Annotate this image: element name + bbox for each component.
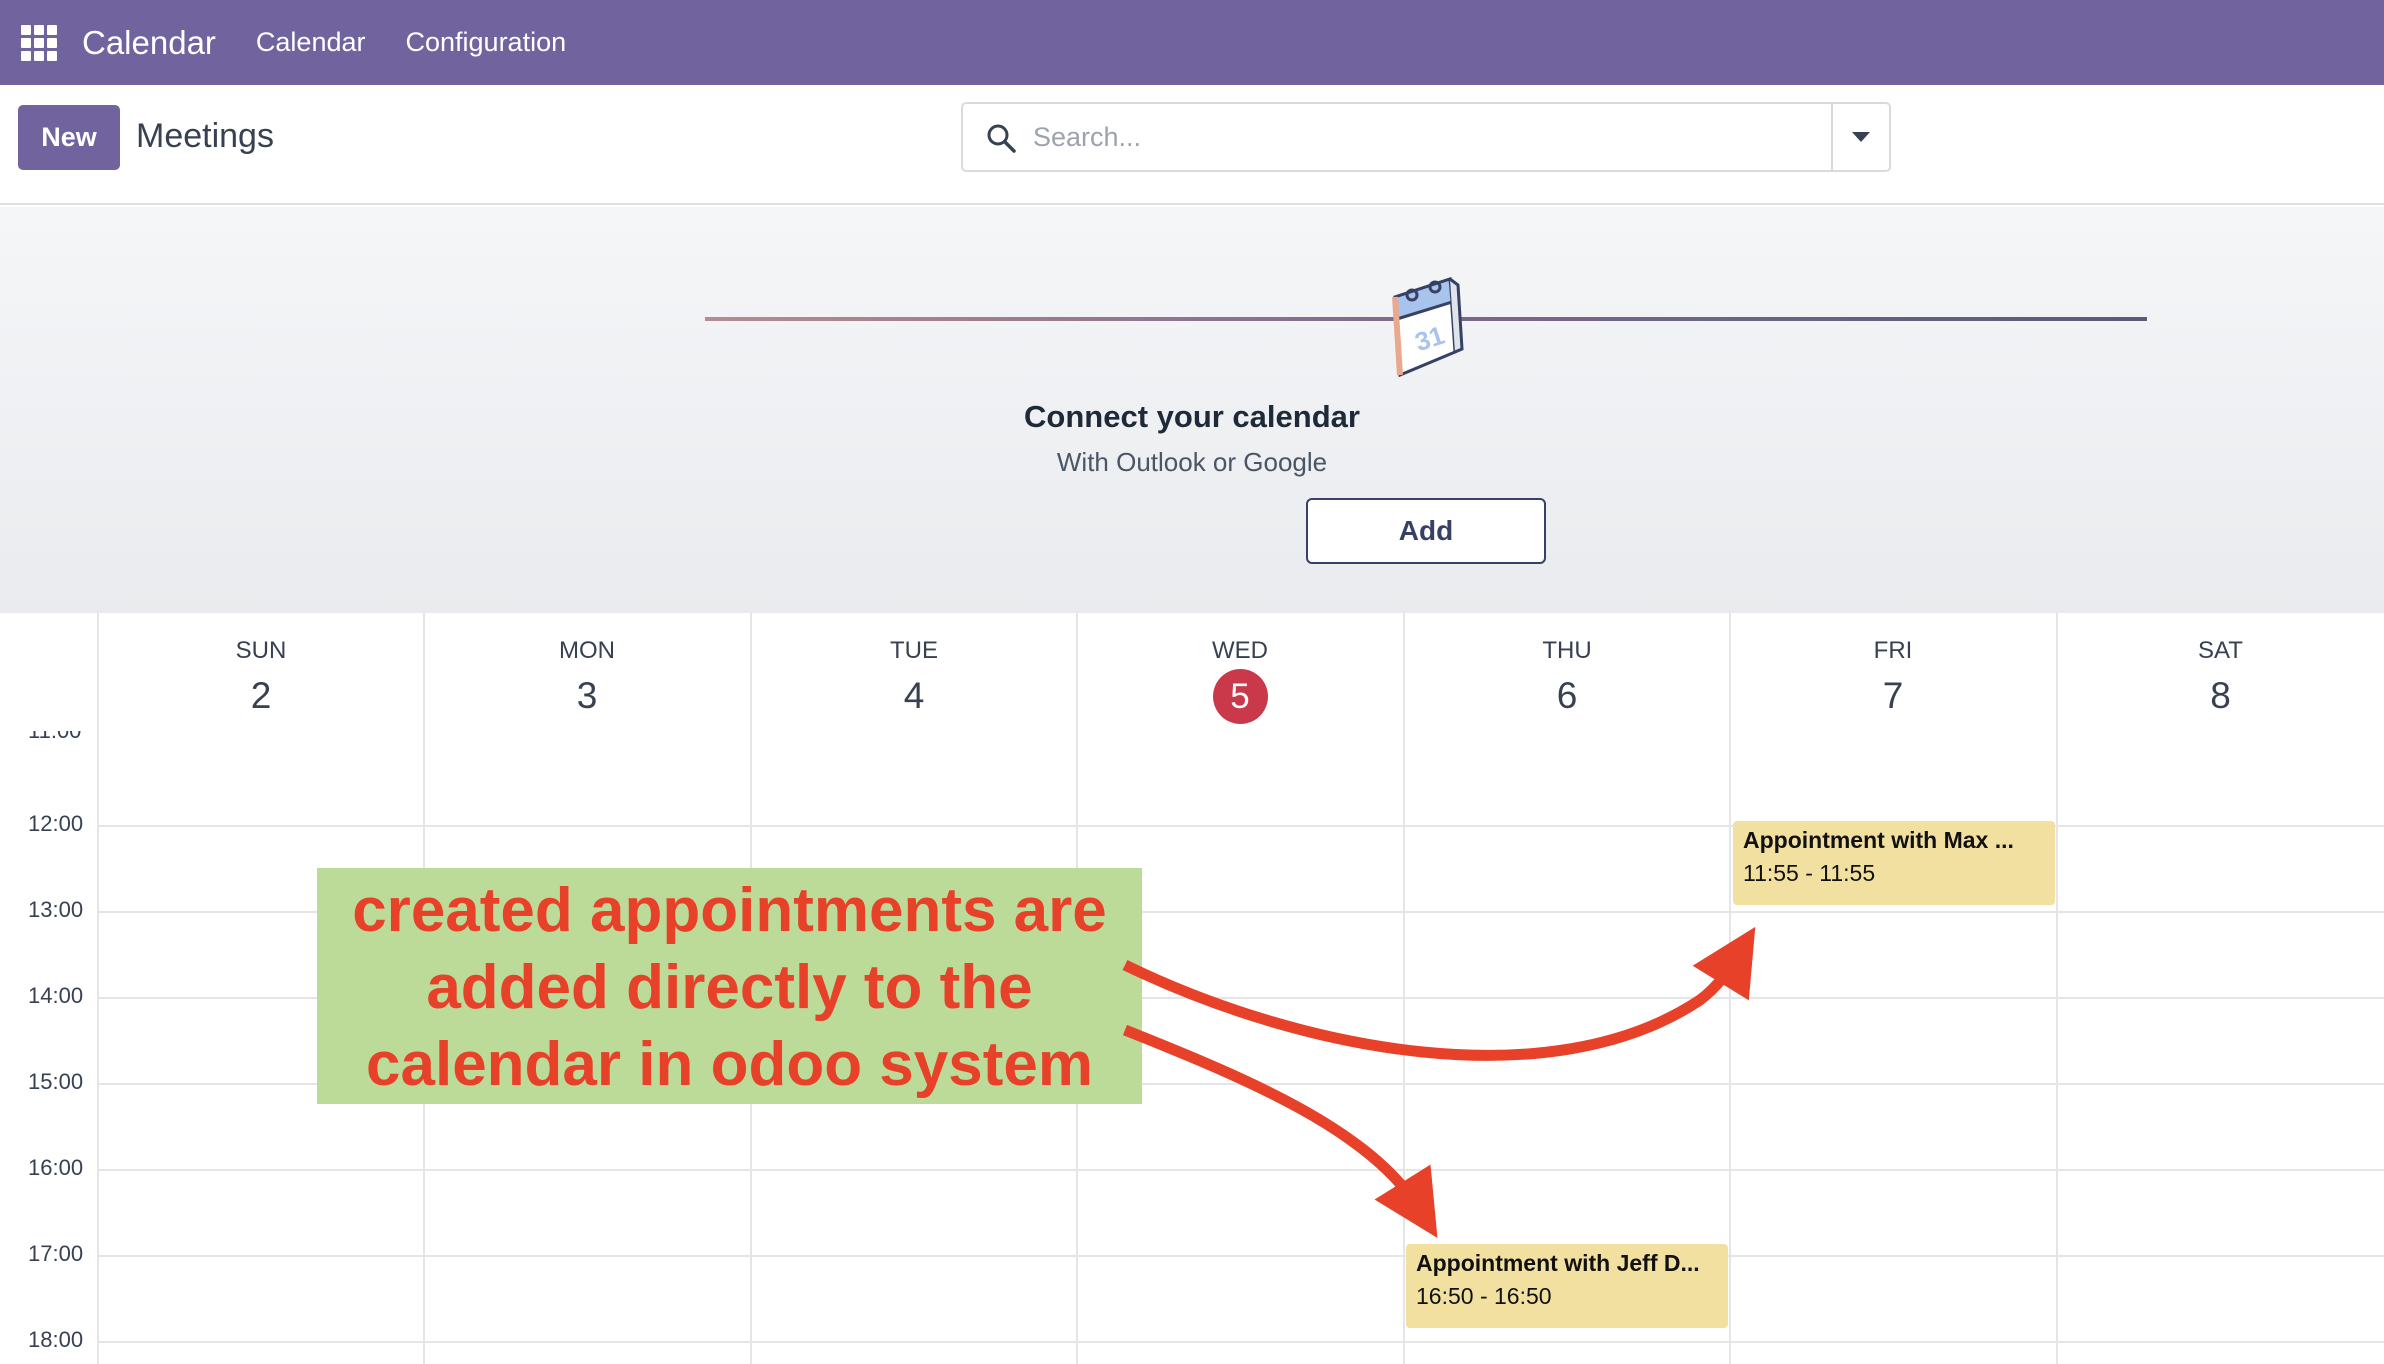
- day-number: 2: [250, 675, 272, 716]
- event-appointment-max[interactable]: Appointment with Max ... 11:55 - 11:55: [1733, 821, 2055, 905]
- top-navbar: Calendar Calendar Configuration: [0, 0, 2384, 85]
- time-label: 14:00: [28, 983, 84, 1008]
- event-time: 11:55 - 11:55: [1743, 860, 1876, 886]
- day-header-mon[interactable]: MON 3: [424, 613, 750, 738]
- breadcrumb-meetings: Meetings: [136, 117, 274, 155]
- day-name: FRI: [1873, 637, 1913, 664]
- event-appointment-jeff[interactable]: Appointment with Jeff D... 16:50 - 16:50: [1406, 1244, 1728, 1328]
- caret-down-icon: [1852, 132, 1870, 142]
- add-calendar-button[interactable]: Add: [1306, 498, 1546, 564]
- time-label: 18:00: [28, 1327, 84, 1352]
- search-input[interactable]: [1033, 112, 1793, 162]
- search-icon: [987, 124, 1016, 153]
- event-time: 16:50 - 16:50: [1416, 1283, 1552, 1309]
- hour-line: [98, 1169, 2384, 1171]
- day-number: 4: [903, 675, 925, 716]
- menu-item-calendar[interactable]: Calendar: [256, 27, 366, 58]
- hour-line: [98, 1341, 2384, 1343]
- time-label: 17:00: [28, 1241, 84, 1266]
- control-panel: New Meetings: [0, 85, 2384, 205]
- time-label-cut: 11:00: [28, 731, 81, 741]
- connect-calendar-banner: 31 Connect your calendar With Outlook or…: [0, 207, 2384, 613]
- day-number: 8: [2210, 675, 2231, 716]
- annotation-line: calendar in odoo system: [366, 1030, 1093, 1099]
- day-header-thu[interactable]: THU 6: [1404, 613, 1730, 738]
- new-button[interactable]: New: [18, 105, 120, 170]
- day-header-sun[interactable]: SUN 2: [98, 613, 424, 738]
- event-title: Appointment with Max ...: [1743, 827, 2014, 853]
- apps-menu-icon[interactable]: [21, 24, 57, 61]
- day-number: 6: [1556, 675, 1578, 716]
- annotation-line: added directly to the: [426, 953, 1033, 1022]
- time-label: 15:00: [28, 1069, 84, 1094]
- time-label: 13:00: [28, 897, 84, 922]
- day-number: 7: [1882, 675, 1904, 716]
- menu-item-configuration[interactable]: Configuration: [406, 27, 567, 58]
- day-name: TUE: [890, 637, 938, 664]
- search-bar[interactable]: [961, 102, 1891, 172]
- day-header-sat[interactable]: SAT 8: [2057, 613, 2384, 738]
- time-label: 12:00: [28, 811, 84, 836]
- day-header-fri[interactable]: FRI 7: [1730, 613, 2056, 738]
- day-name: SUN: [235, 637, 287, 664]
- today-number-badge: 5: [1077, 669, 1403, 724]
- hour-line: [98, 1255, 2384, 1257]
- annotation-line: created appointments are: [352, 876, 1107, 945]
- day-header-tue[interactable]: TUE 4: [751, 613, 1077, 738]
- connect-calendar-subtitle: With Outlook or Google: [1056, 447, 1328, 477]
- day-name: WED: [1212, 637, 1268, 664]
- day-number: 3: [576, 675, 598, 716]
- search-options-toggle[interactable]: [1831, 104, 1889, 170]
- app-brand[interactable]: Calendar: [82, 24, 216, 62]
- calendar-illustration-icon: 31: [1392, 276, 1464, 378]
- event-title: Appointment with Jeff D...: [1416, 1250, 1700, 1276]
- day-header-wed[interactable]: WED 5: [1077, 613, 1403, 738]
- time-label: 16:00: [28, 1155, 84, 1180]
- annotation-callout: created appointments are added directly …: [317, 868, 1142, 1104]
- day-name: THU: [1542, 637, 1592, 664]
- day-name: SAT: [2198, 637, 2243, 664]
- day-name: MON: [559, 637, 615, 664]
- connect-calendar-title: Connect your calendar: [1024, 399, 1360, 434]
